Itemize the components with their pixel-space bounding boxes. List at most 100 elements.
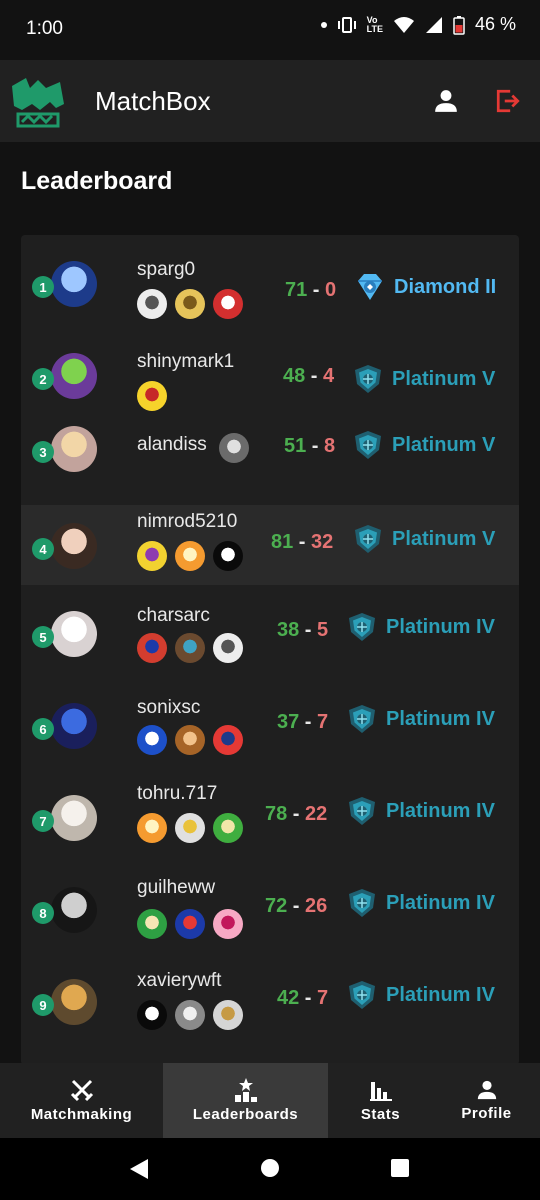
rank-tier: Platinum IV [346,887,495,919]
player-username: sonixsc [137,697,201,718]
leaderboard-row[interactable]: 2 shinymark1 48 - 4 Platinum V [21,335,519,419]
rank-badge: 4 [32,538,54,560]
leaderboard-row[interactable]: 8 guilheww 72 - 26 Platinum IV [21,869,519,953]
main-characters [219,433,249,463]
app-bar: MatchBox [0,60,540,142]
leaderboard-row[interactable]: 6 sonixsc 37 - 7 Platinum IV [21,685,519,769]
status-time: 1:00 [26,18,63,39]
player-avatar [51,426,97,472]
account-button[interactable] [429,84,463,118]
character-snake-icon [219,433,249,463]
recents-icon[interactable] [390,1158,410,1178]
platinum-rank-icon [349,981,375,1009]
rank-tier-label: Platinum IV [386,799,495,822]
character-daisy-icon [137,813,167,843]
main-characters [137,813,243,843]
character-black-icon [137,1000,167,1030]
record-separator: - [287,895,306,917]
cell-signal-icon [425,16,442,33]
record-separator: - [299,711,318,733]
logout-icon [496,89,520,113]
leaderboard-card: 1 sparg0 71 - 0 Diamond II 2 shinymark1 48 - 4… [21,235,519,1065]
record-separator: - [299,619,318,641]
win-loss-record: 81 - 32 [271,531,333,554]
losses-count: 22 [305,803,328,825]
rank-tier-label: Platinum IV [386,891,495,914]
win-loss-record: 38 - 5 [277,619,328,642]
rank-badge: 2 [32,368,54,390]
losses-count: 8 [324,435,336,457]
back-icon[interactable] [128,1158,150,1180]
leaderboard-row[interactable]: 3 alandiss 51 - 8 Platinum V [21,417,519,501]
record-separator: - [299,987,318,1009]
wins-count: 51 [284,435,307,457]
character-sword-icon [213,1000,243,1030]
platinum-rank-icon [349,613,375,641]
wins-count: 48 [283,365,306,387]
nav-stats-label: Stats [360,1106,401,1123]
player-username: alandiss [137,434,207,455]
diamond-rank-icon [358,274,382,300]
page-title: Leaderboard [21,167,173,195]
rank-tier: Platinum IV [346,611,495,643]
nav-profile[interactable]: Profile [433,1063,540,1138]
rank-tier: Platinum V [352,363,495,395]
rank-badge: 9 [32,994,54,1016]
record-separator: - [293,531,312,553]
rank-tier: Diamond II [354,271,496,303]
wins-count: 38 [277,619,300,641]
player-username: tohru.717 [137,783,218,804]
rank-badge: 1 [32,276,54,298]
leaderboard-row[interactable]: 9 xavierywft 42 - 7 Platinum IV [21,961,519,1045]
character-ice-icon [175,813,205,843]
player-username: xavierywft [137,970,222,991]
battery-percent: 46 % [474,14,516,34]
home-icon[interactable] [260,1158,280,1178]
wins-count: 37 [277,711,300,733]
player-avatar [51,523,97,569]
rank-tier: Platinum IV [346,795,495,827]
main-characters [137,725,243,755]
character-palutena-icon [137,909,167,939]
character-pikachu-icon [137,381,167,411]
character-bowserjr-icon [213,813,243,843]
losses-count: 5 [317,619,329,641]
character-dedede-icon [137,633,167,663]
leaderboard-row[interactable]: 4 nimrod5210 81 - 32 Platinum V [21,505,519,585]
leaderboard-row[interactable]: 7 tohru.717 78 - 22 Platinum IV [21,777,519,861]
leaderboard-row[interactable]: 5 charsarc 38 - 5 Platinum IV [21,593,519,677]
rank-tier-label: Platinum IV [386,707,495,730]
player-username: sparg0 [137,259,196,280]
losses-count: 7 [317,987,329,1009]
player-avatar [51,887,97,933]
platinum-rank-icon [355,525,381,553]
rank-tier-label: Platinum V [392,527,496,550]
matchbox-logo [12,78,64,128]
main-characters [137,909,243,939]
main-characters [137,633,243,663]
wins-count: 78 [265,803,288,825]
character-black-icon [213,541,243,571]
rank-tier: Platinum V [352,429,495,461]
character-white-icon [213,633,243,663]
nav-matchmaking[interactable]: Matchmaking [0,1063,163,1138]
platinum-rank-icon [355,365,381,393]
logout-button[interactable] [491,84,525,118]
rank-tier: Platinum IV [346,979,495,1011]
player-username: nimrod5210 [137,511,238,532]
win-loss-record: 78 - 22 [265,803,327,826]
rank-tier-label: Platinum IV [386,615,495,638]
nav-leaderboards[interactable]: Leaderboards [163,1063,328,1138]
nav-profile-label: Profile [461,1105,512,1122]
platinum-rank-icon [349,797,375,825]
character-wario-icon [137,541,167,571]
leaderboard-row[interactable]: 1 sparg0 71 - 0 Diamond II [21,243,519,327]
character-sonic-icon [137,725,167,755]
losses-count: 7 [317,711,329,733]
main-characters [137,541,243,571]
podium-icon [234,1078,257,1102]
character-greninja-icon [175,909,205,939]
player-avatar [51,611,97,657]
nav-stats[interactable]: Stats [328,1063,433,1138]
player-username: guilheww [137,877,216,898]
